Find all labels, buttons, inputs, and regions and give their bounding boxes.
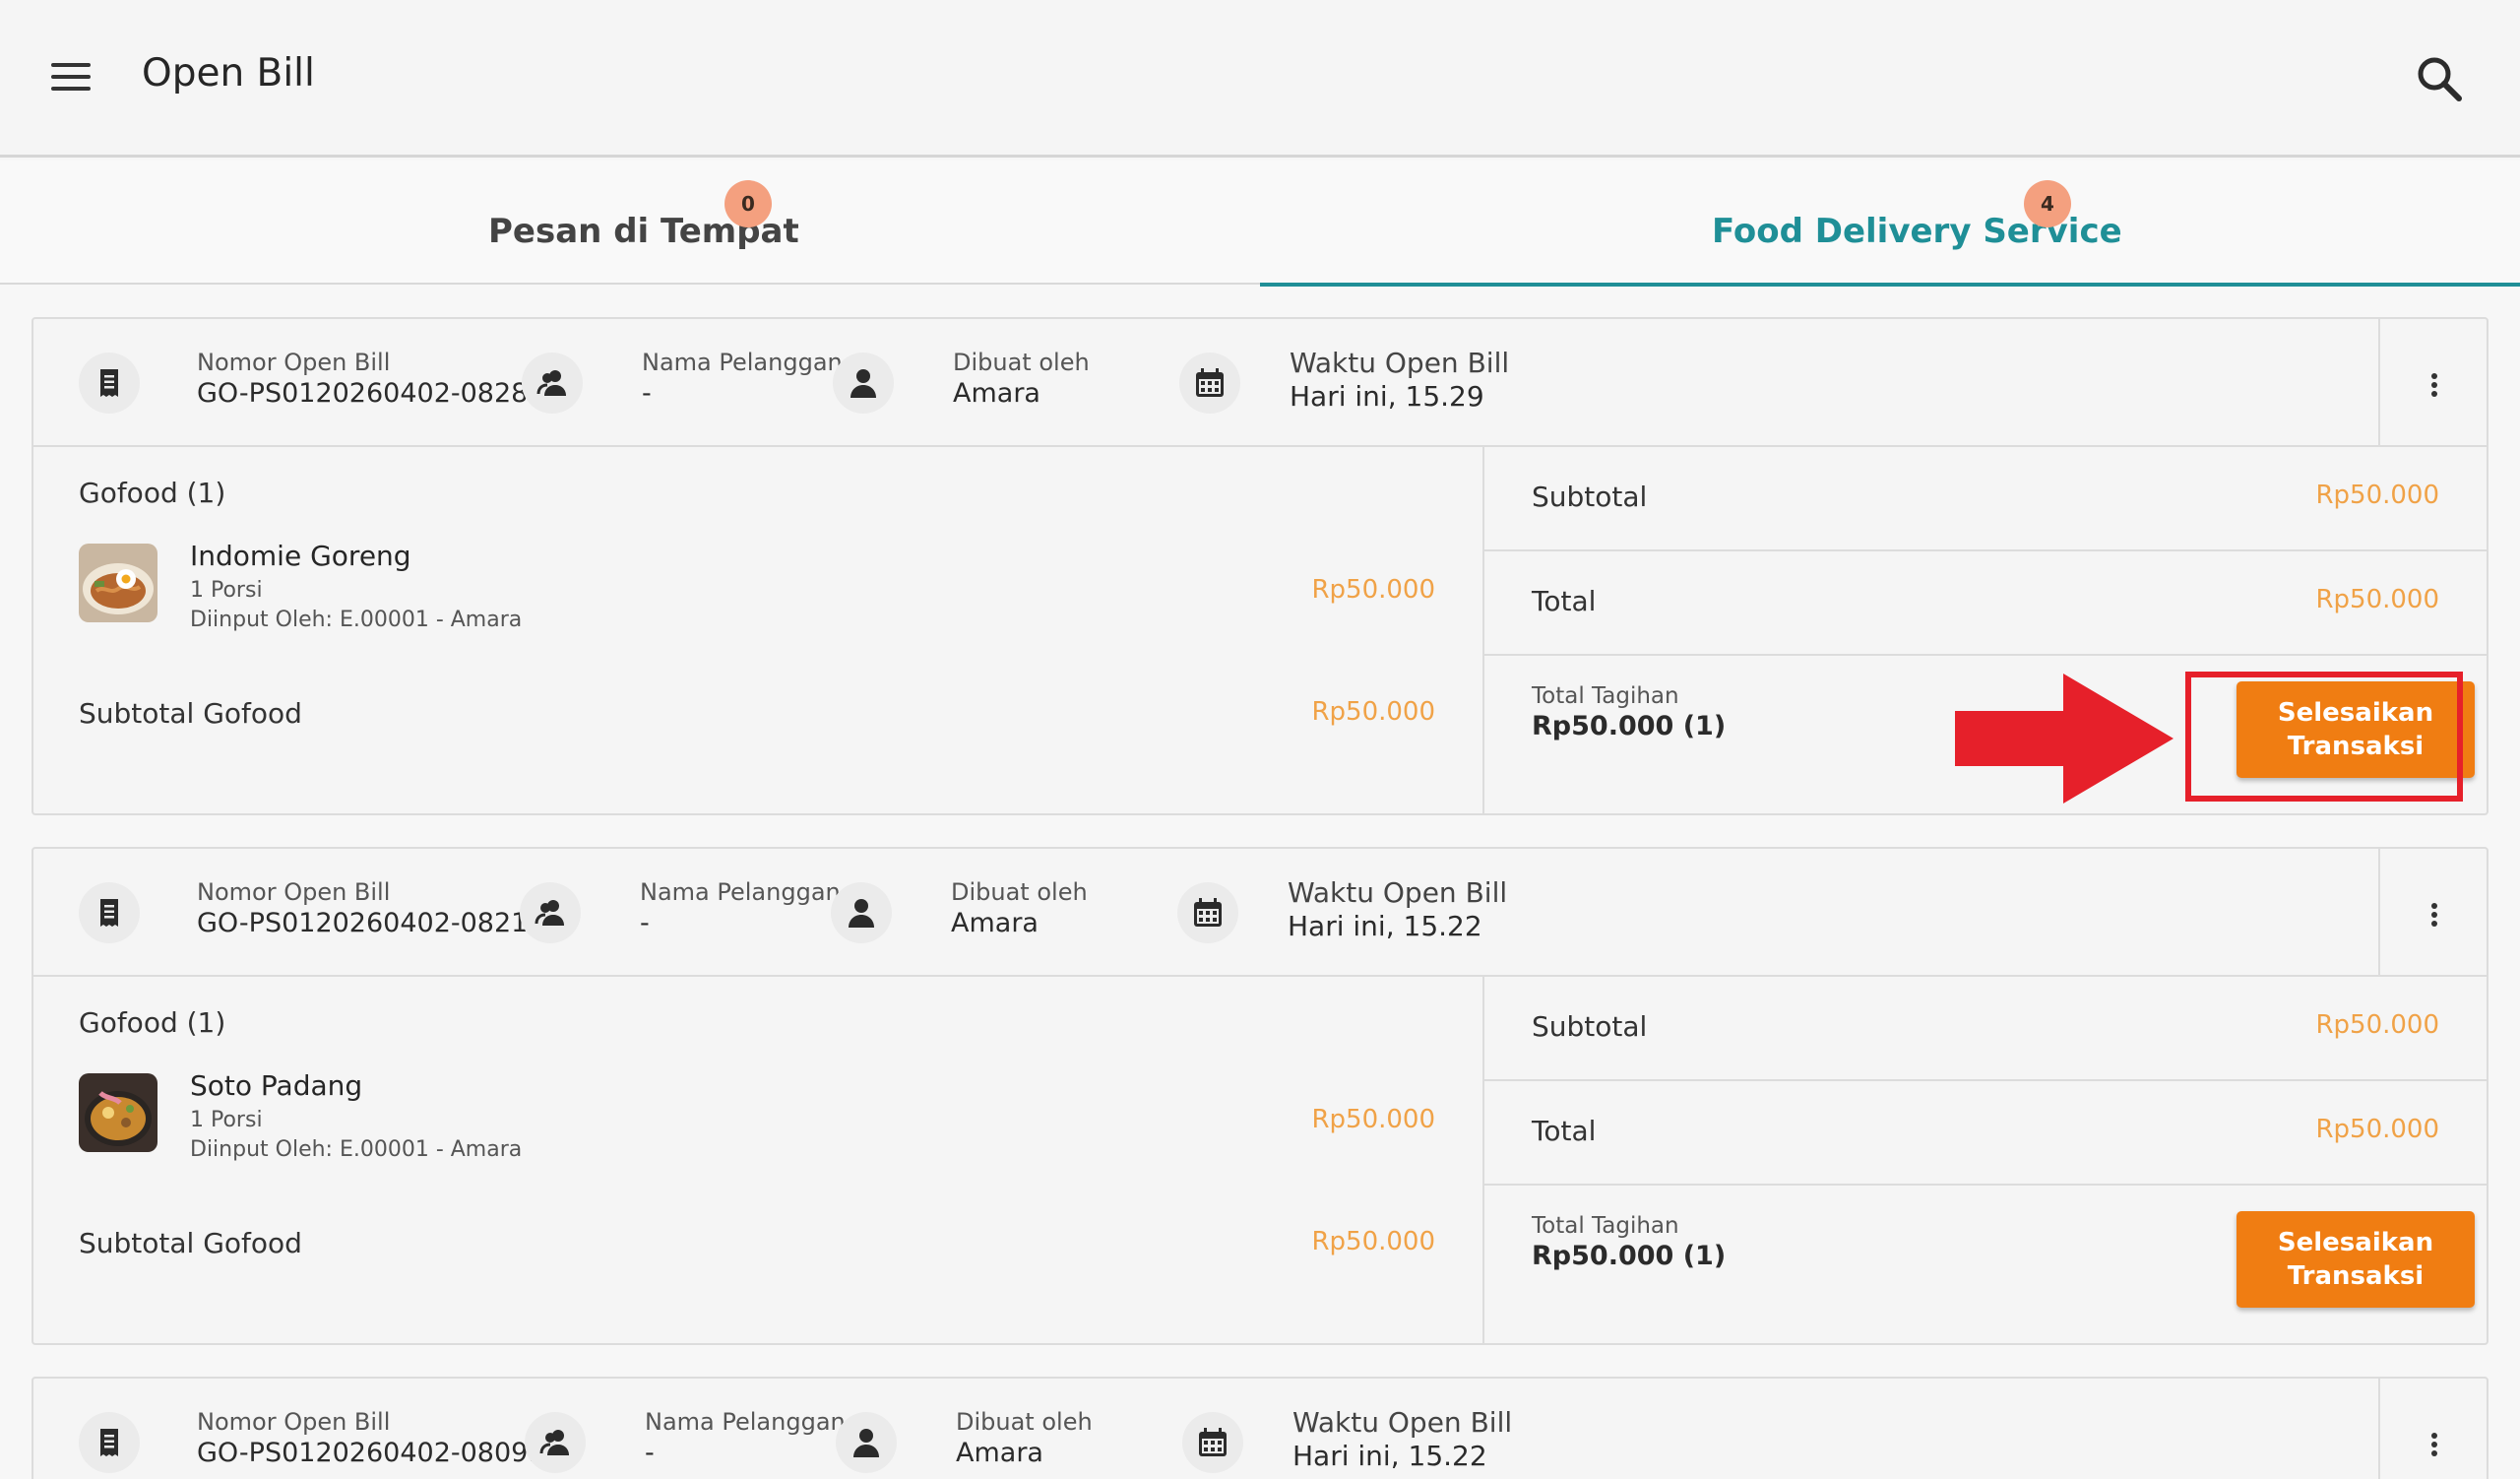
finish-transaction-button[interactable]: Selesaikan Transaksi	[2236, 1211, 2475, 1308]
button-label-line2: Transaksi	[2287, 1261, 2425, 1291]
hamburger-menu-icon[interactable]	[51, 63, 91, 93]
time-label: Waktu Open Bill	[1288, 876, 1508, 909]
app-bar: Open Bill	[0, 0, 2520, 158]
time-value: Hari ini, 15.22	[1292, 1440, 1487, 1472]
open-bill-card: Nomor Open Bill GO-PS0120260402-0821... …	[32, 847, 2488, 1345]
item-quantity: 1 Porsi	[190, 578, 263, 603]
subtotal-row: Subtotal Rp50.000	[1484, 977, 2487, 1081]
tab-pesan-di-tempat[interactable]: Pesan di Tempat 0	[0, 161, 1260, 285]
summary-panel: Subtotal Rp50.000 Total Rp50.000 Total T…	[1484, 977, 2487, 1343]
order-items-panel: Gofood (1) Soto Padang 1 Porsi Diinput O…	[33, 977, 1484, 1343]
receipt-icon	[79, 1412, 140, 1473]
total-row: Total Rp50.000	[1484, 551, 2487, 656]
created-by-value: Amara	[953, 378, 1040, 409]
person-icon	[836, 1412, 897, 1473]
people-icon	[525, 1412, 586, 1473]
calendar-icon	[1182, 1412, 1243, 1473]
soup-dish-photo	[79, 1073, 158, 1152]
order-items-panel: Gofood (1) Indomie Goreng 1 Porsi Diinpu…	[33, 447, 1484, 813]
time-label: Waktu Open Bill	[1290, 347, 1510, 379]
noodle-dish-photo	[79, 544, 158, 622]
item-price: Rp50.000	[1311, 575, 1435, 605]
created-by-value: Amara	[956, 1438, 1043, 1468]
red-arrow-icon	[1955, 674, 2174, 804]
more-options-icon[interactable]	[2378, 849, 2487, 977]
time-label: Waktu Open Bill	[1292, 1406, 1513, 1439]
person-icon	[831, 882, 892, 943]
more-options-icon[interactable]	[2378, 1379, 2487, 1479]
active-tab-indicator	[1260, 283, 2520, 287]
total-label: Total	[1532, 585, 1597, 617]
people-icon	[520, 882, 581, 943]
customer-value: -	[640, 908, 650, 938]
bill-header: Nomor Open Bill GO-PS0120260402-0828... …	[33, 319, 2487, 447]
subtotal-value: Rp50.000	[2315, 1010, 2439, 1040]
time-value: Hari ini, 15.29	[1290, 380, 1484, 413]
customer-value: -	[642, 378, 652, 409]
created-by-value: Amara	[951, 908, 1039, 938]
page-title: Open Bill	[142, 51, 315, 96]
total-bill-value: Rp50.000 (1)	[1532, 711, 1727, 741]
total-bill-label: Total Tagihan	[1532, 683, 1679, 709]
total-bill-value: Rp50.000 (1)	[1532, 1241, 1727, 1271]
receipt-icon	[79, 882, 140, 943]
total-bill-label: Total Tagihan	[1532, 1213, 1679, 1239]
bill-number-label: Nomor Open Bill	[197, 878, 391, 906]
item-price: Rp50.000	[1311, 1105, 1435, 1134]
group-title: Gofood (1)	[79, 1006, 226, 1039]
bill-number-label: Nomor Open Bill	[197, 349, 391, 376]
bill-header: Nomor Open Bill GO-PS0120260402-0821... …	[33, 849, 2487, 977]
highlight-box	[2185, 672, 2463, 802]
item-input-by: Diinput Oleh: E.00001 - Amara	[190, 1137, 523, 1162]
customer-label: Nama Pelanggan	[640, 878, 841, 906]
created-by-label: Dibuat oleh	[956, 1408, 1093, 1436]
group-title: Gofood (1)	[79, 477, 226, 509]
more-options-icon[interactable]	[2378, 319, 2487, 447]
calendar-icon	[1179, 353, 1240, 414]
item-quantity: 1 Porsi	[190, 1108, 263, 1132]
count-badge: 0	[724, 180, 772, 227]
item-name: Soto Padang	[190, 1069, 363, 1102]
search-icon[interactable]	[2414, 53, 2465, 104]
customer-label: Nama Pelanggan	[645, 1408, 846, 1436]
total-value: Rp50.000	[2315, 585, 2439, 614]
subtotal-label: Subtotal	[1532, 1010, 1648, 1043]
bill-header: Nomor Open Bill GO-PS0120260402-0809... …	[33, 1379, 2487, 1479]
bill-number-value: GO-PS0120260402-0828...	[197, 378, 554, 409]
subtotal-row: Subtotal Rp50.000	[1484, 447, 2487, 551]
bill-number-value: GO-PS0120260402-0821...	[197, 908, 554, 938]
subtotal-value: Rp50.000	[2315, 481, 2439, 510]
calendar-icon	[1177, 882, 1238, 943]
tab-food-delivery-service[interactable]: Food Delivery Service 4	[1260, 161, 2520, 287]
receipt-icon	[79, 353, 140, 414]
tab-bar: Pesan di Tempat 0 Food Delivery Service …	[0, 161, 2520, 287]
button-label-line1: Selesaikan	[2277, 1228, 2434, 1257]
total-value: Rp50.000	[2315, 1115, 2439, 1144]
group-subtotal-value: Rp50.000	[1311, 1227, 1435, 1256]
created-by-label: Dibuat oleh	[953, 349, 1090, 376]
time-value: Hari ini, 15.22	[1288, 910, 1482, 942]
group-subtotal-value: Rp50.000	[1311, 697, 1435, 727]
total-row: Total Rp50.000	[1484, 1081, 2487, 1186]
people-icon	[522, 353, 583, 414]
group-subtotal-label: Subtotal Gofood	[79, 697, 302, 730]
created-by-label: Dibuat oleh	[951, 878, 1088, 906]
person-icon	[833, 353, 894, 414]
customer-label: Nama Pelanggan	[642, 349, 843, 376]
customer-value: -	[645, 1438, 655, 1468]
group-subtotal-label: Subtotal Gofood	[79, 1227, 302, 1259]
bill-number-value: GO-PS0120260402-0809...	[197, 1438, 554, 1468]
subtotal-label: Subtotal	[1532, 481, 1648, 513]
bill-number-label: Nomor Open Bill	[197, 1408, 391, 1436]
item-name: Indomie Goreng	[190, 540, 411, 572]
open-bill-card: Nomor Open Bill GO-PS0120260402-0809... …	[32, 1377, 2488, 1479]
total-label: Total	[1532, 1115, 1597, 1147]
item-input-by: Diinput Oleh: E.00001 - Amara	[190, 608, 523, 632]
count-badge: 4	[2024, 180, 2071, 227]
